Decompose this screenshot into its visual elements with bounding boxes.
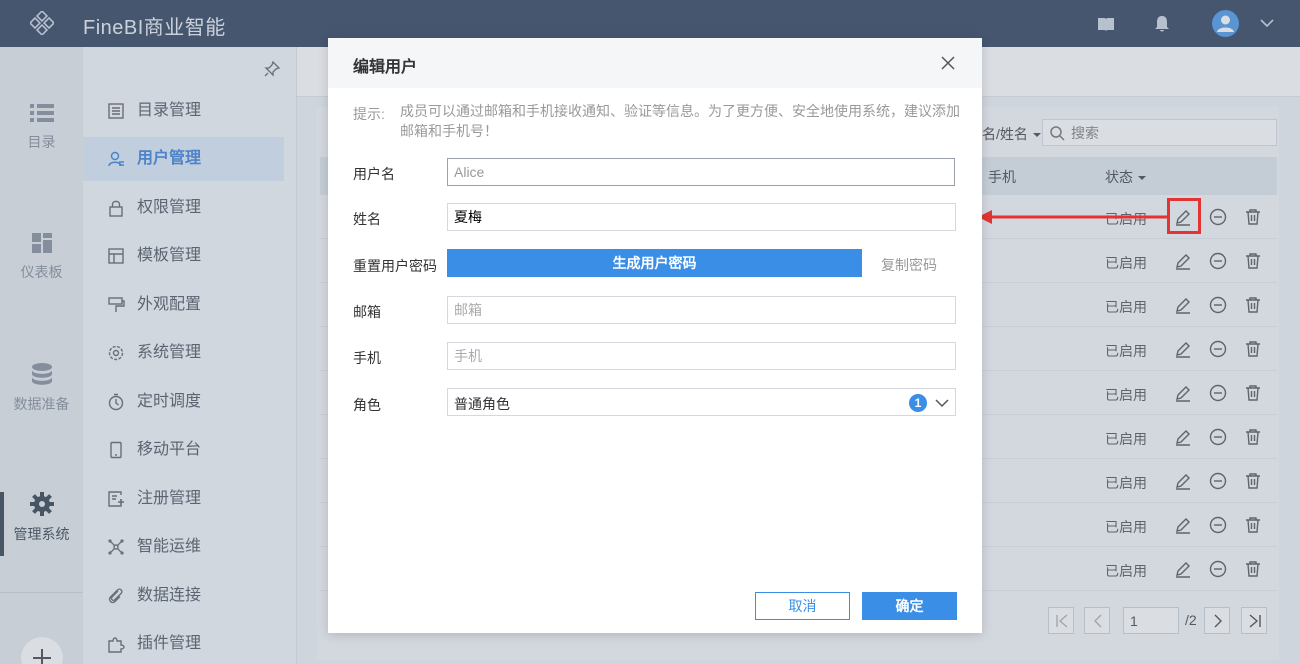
reset-password-label: 重置用户密码 — [353, 258, 437, 274]
role-select[interactable]: 普通角色 1 — [447, 388, 956, 416]
phone-label: 手机 — [353, 350, 381, 366]
copy-password-link[interactable]: 复制密码 — [881, 255, 937, 275]
generate-password-button[interactable]: 生成用户密码 — [447, 249, 862, 277]
phone-field[interactable] — [447, 342, 956, 370]
email-field[interactable] — [447, 296, 956, 324]
name-field[interactable] — [447, 203, 956, 231]
close-icon[interactable] — [938, 53, 958, 73]
role-label: 角色 — [353, 397, 381, 413]
email-label: 邮箱 — [353, 304, 381, 320]
annotation-arrow-icon — [978, 210, 1170, 224]
name-label: 姓名 — [353, 211, 381, 227]
annotation-highlight-box — [1167, 198, 1201, 234]
hint-label: 提示: — [353, 106, 385, 122]
dialog-header: 编辑用户 — [328, 38, 982, 88]
confirm-button[interactable]: 确定 — [862, 592, 957, 620]
cancel-button[interactable]: 取消 — [755, 592, 850, 620]
edit-user-dialog: 编辑用户 提示: 成员可以通过邮箱和手机接收通知、验证等信息。为了更方便、安全地… — [328, 38, 982, 633]
role-count-badge: 1 — [909, 394, 927, 412]
username-label: 用户名 — [353, 166, 395, 182]
hint-text: 成员可以通过邮箱和手机接收通知、验证等信息。为了更方便、安全地使用系统，建议添加… — [400, 103, 960, 139]
chevron-down-icon — [935, 399, 949, 408]
username-field[interactable] — [447, 158, 955, 186]
role-value: 普通角色 — [454, 396, 510, 412]
dialog-title: 编辑用户 — [353, 59, 418, 76]
